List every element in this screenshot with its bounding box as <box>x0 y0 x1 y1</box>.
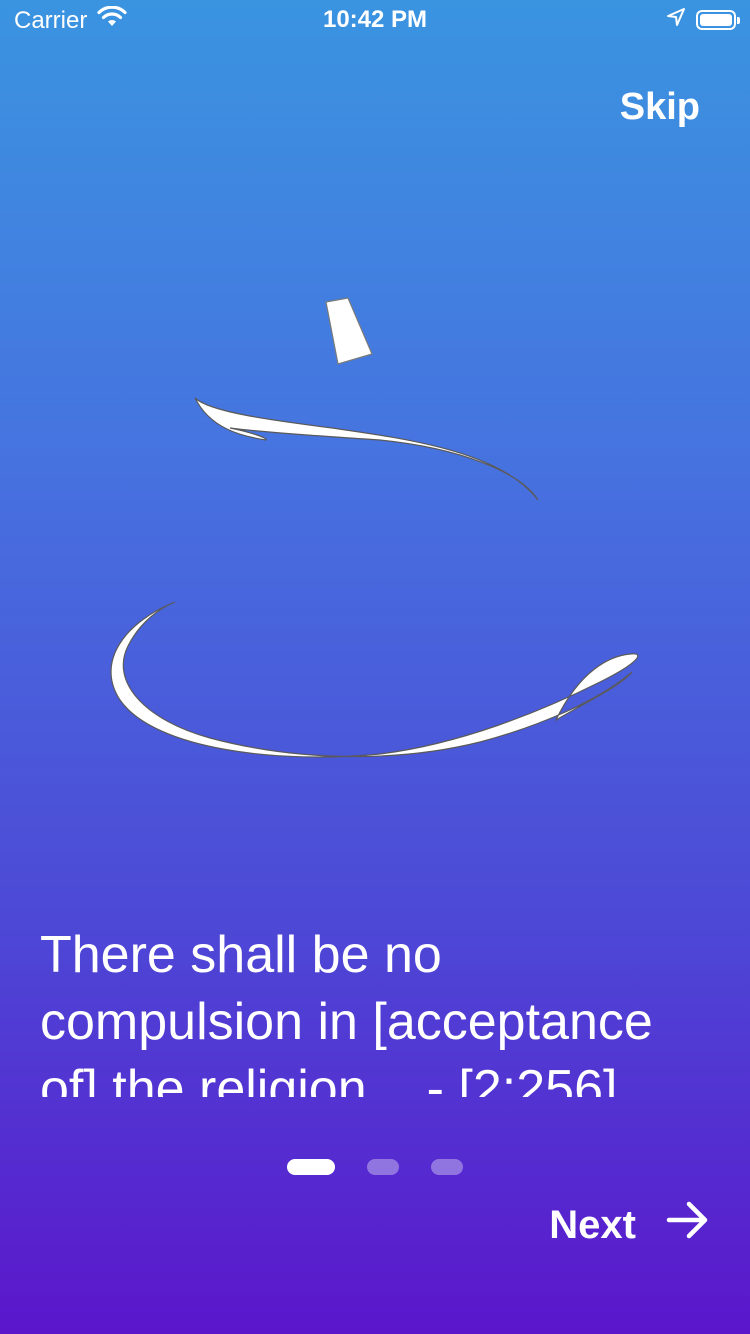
skip-button[interactable]: Skip <box>620 86 700 129</box>
quote-line-3: of] the religion <box>40 1060 367 1097</box>
status-bar: Carrier 10:42 PM <box>0 0 750 40</box>
battery-fill <box>700 14 732 26</box>
next-button[interactable]: Next <box>549 1200 710 1250</box>
calligraphy-dot <box>325 297 373 365</box>
quote-line-2: compulsion in [acceptance <box>40 993 653 1051</box>
next-label: Next <box>549 1202 636 1247</box>
quote-container: There shall be no compulsion in [accepta… <box>40 922 710 1097</box>
quote-reference: - [2:256] <box>426 1060 618 1097</box>
location-arrow-icon <box>666 6 686 34</box>
page-dot-1[interactable] <box>287 1159 335 1175</box>
arrow-right-icon <box>666 1200 710 1250</box>
quote-text: There shall be no compulsion in [accepta… <box>40 922 710 1097</box>
calligraphy-lower-stroke <box>110 601 639 758</box>
status-right <box>666 6 740 34</box>
calligraphy-illustration <box>110 297 639 758</box>
battery-icon <box>696 10 740 30</box>
quote-line-1: There shall be no <box>40 926 442 984</box>
calligraphy-upper-stroke <box>194 397 539 501</box>
page-dot-3[interactable] <box>431 1159 463 1175</box>
page-dot-2[interactable] <box>367 1159 399 1175</box>
battery-tip <box>737 17 740 24</box>
onboarding-screen: Carrier 10:42 PM Skip There shall be no … <box>0 0 750 1334</box>
page-indicator[interactable] <box>0 1159 750 1175</box>
status-time: 10:42 PM <box>322 6 428 33</box>
